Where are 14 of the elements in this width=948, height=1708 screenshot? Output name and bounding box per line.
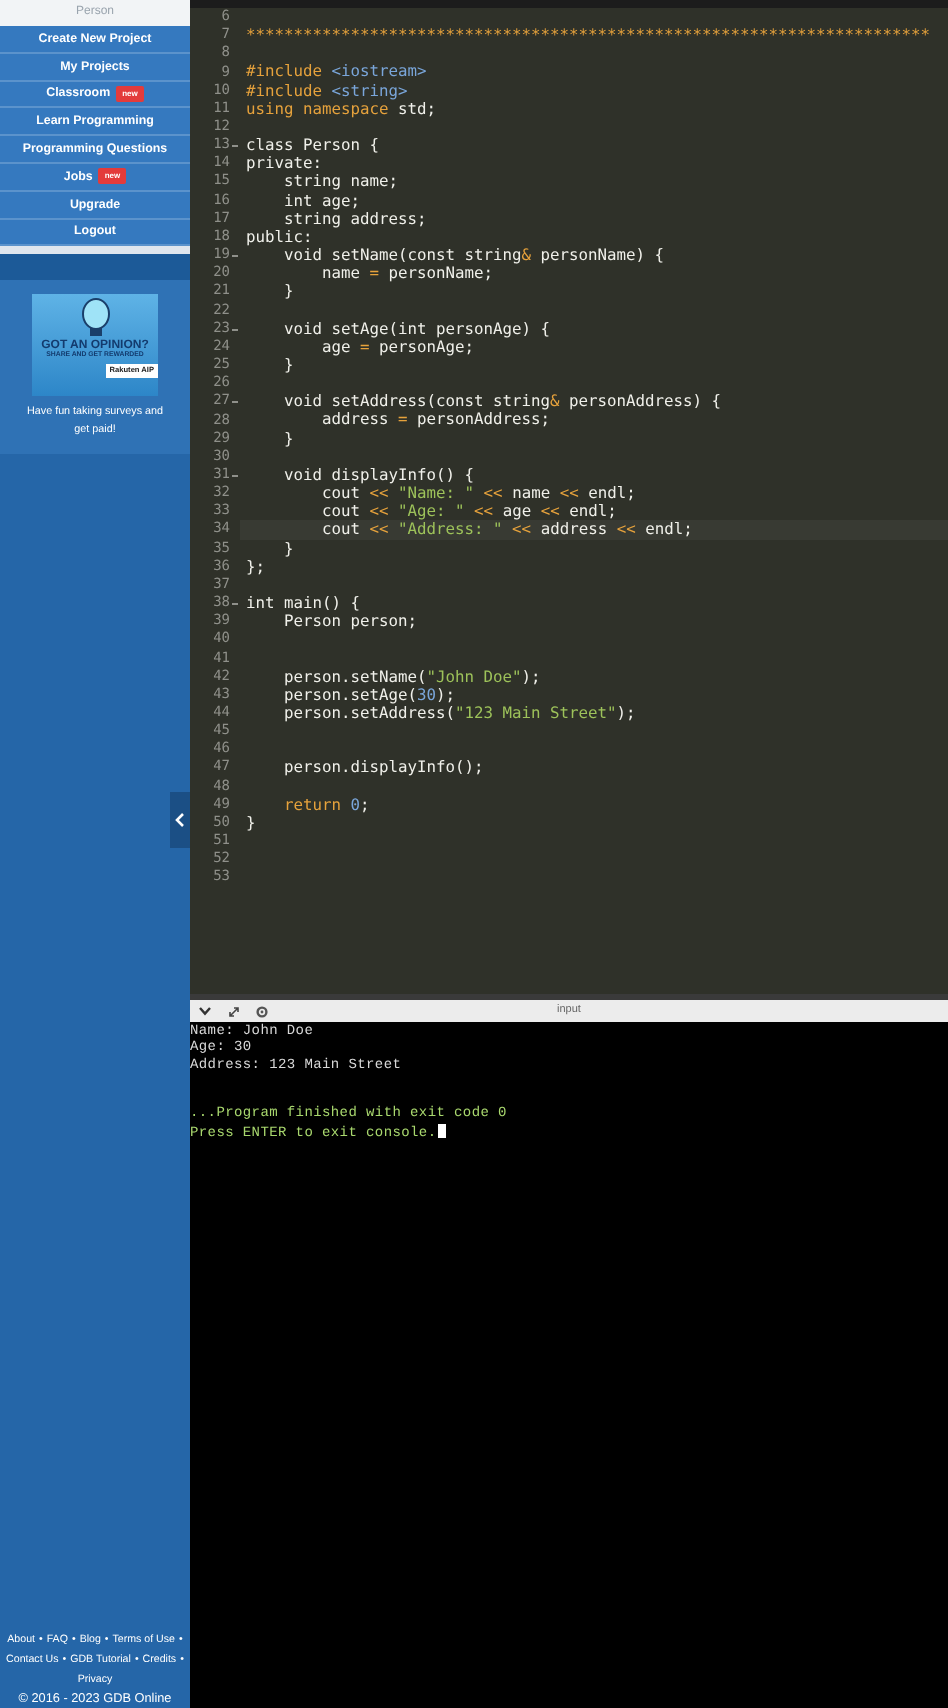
fold-icon[interactable]	[232, 327, 238, 332]
expand-icon	[228, 1005, 240, 1017]
collapse-console-button[interactable]	[198, 1006, 212, 1016]
fold-icon[interactable]	[232, 473, 238, 478]
fold-icon[interactable]	[232, 254, 238, 259]
lightbulb-icon	[79, 298, 111, 339]
fold-icon[interactable]	[232, 400, 238, 405]
fold-icon[interactable]	[232, 144, 238, 149]
chevron-left-icon	[174, 812, 186, 828]
chevron-down-icon	[198, 1006, 212, 1016]
settings-button[interactable]	[256, 1005, 268, 1017]
gear-icon	[256, 1005, 268, 1017]
expand-button[interactable]	[228, 1005, 240, 1017]
collapse-button[interactable]	[170, 792, 190, 848]
